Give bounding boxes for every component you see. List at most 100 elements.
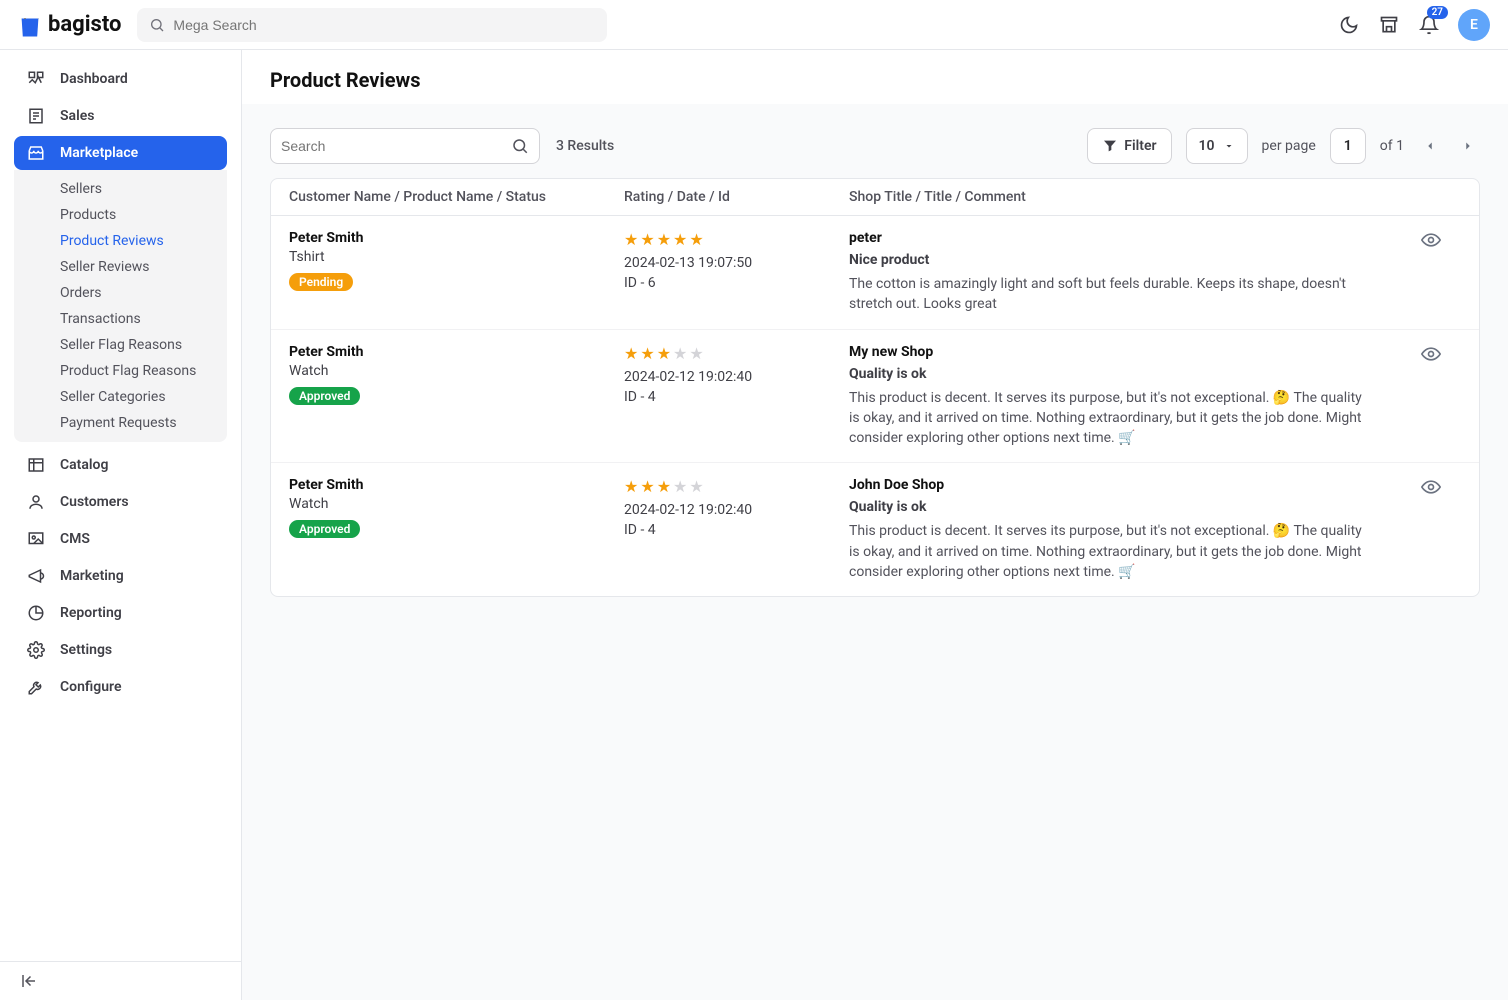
sidebar-subitem-payment-requests[interactable]: Payment Requests [14,410,227,436]
product-name: Watch [289,496,624,512]
sidebar-item-configure[interactable]: Configure [14,670,227,704]
sidebar-item-cms[interactable]: CMS [14,522,227,556]
sidebar-subitem-orders[interactable]: Orders [14,280,227,306]
sidebar-item-sales[interactable]: Sales [14,99,227,133]
sidebar-item-label: Customers [60,494,129,510]
table-search-input[interactable] [281,138,511,154]
configure-icon [26,677,46,697]
sales-icon [26,106,46,126]
table-row: Peter SmithWatchApproved★★★★★2024-02-12 … [271,463,1479,596]
filter-label: Filter [1124,138,1156,154]
review-date: 2024-02-12 19:02:40 [624,502,849,518]
reporting-icon [26,603,46,623]
bell-icon[interactable]: 27 [1418,14,1440,36]
review-id: ID - 4 [624,389,849,405]
sidebar-item-label: Sales [60,108,94,124]
column-customer[interactable]: Customer Name / Product Name / Status [289,189,624,205]
sidebar-subitem-seller-flag-reasons[interactable]: Seller Flag Reasons [14,332,227,358]
table-search[interactable] [270,128,540,164]
collapse-sidebar-button[interactable] [0,961,241,1000]
marketing-icon [26,566,46,586]
sidebar-item-reporting[interactable]: Reporting [14,596,227,630]
cms-icon [26,529,46,549]
sidebar-subitem-product-reviews[interactable]: Product Reviews [14,228,227,254]
star-icon: ★ [640,230,654,249]
page-of-label: of 1 [1380,138,1404,154]
avatar[interactable]: E [1458,9,1490,41]
sidebar-subitem-product-flag-reasons[interactable]: Product Flag Reasons [14,358,227,384]
star-icon: ★ [640,477,654,496]
view-icon[interactable] [1421,344,1461,364]
reviews-table: Customer Name / Product Name / Status Ra… [270,178,1480,597]
search-icon [149,17,165,33]
sidebar-item-settings[interactable]: Settings [14,633,227,667]
sidebar-subitem-sellers[interactable]: Sellers [14,176,227,202]
star-icon: ★ [673,344,687,363]
sidebar-item-label: Configure [60,679,121,695]
column-rating[interactable]: Rating / Date / Id [624,189,849,205]
shop-title: My new Shop [849,344,1371,360]
sidebar-item-label: Marketing [60,568,124,584]
review-date: 2024-02-13 19:07:50 [624,255,849,271]
column-shop[interactable]: Shop Title / Title / Comment [849,189,1421,205]
top-header: bagisto 27 E [0,0,1508,50]
sidebar-item-label: Dashboard [60,71,128,87]
sidebar-subitem-products[interactable]: Products [14,202,227,228]
mega-search[interactable] [137,8,607,42]
dark-mode-icon[interactable] [1338,14,1360,36]
sidebar-subitem-seller-reviews[interactable]: Seller Reviews [14,254,227,280]
star-icon: ★ [673,230,687,249]
review-comment: The cotton is amazingly light and soft b… [849,274,1371,315]
sidebar-subitem-transactions[interactable]: Transactions [14,306,227,332]
brand-logo[interactable]: bagisto [18,12,121,37]
star-icon: ★ [657,477,671,496]
view-icon[interactable] [1421,230,1461,250]
review-date: 2024-02-12 19:02:40 [624,369,849,385]
page-number-input[interactable]: 1 [1330,128,1366,164]
star-icon: ★ [673,477,687,496]
bag-icon [18,13,42,37]
table-row: Peter SmithTshirtPending★★★★★2024-02-13 … [271,216,1479,330]
sidebar-submenu: SellersProductsProduct ReviewsSeller Rev… [14,170,227,442]
marketplace-icon [26,143,46,163]
sidebar-item-label: Reporting [60,605,122,621]
results-count: 3 Results [556,138,614,154]
search-icon [511,137,529,155]
star-icon: ★ [624,344,638,363]
next-page-button[interactable] [1456,134,1480,158]
customer-name: Peter Smith [289,344,624,360]
settings-icon [26,640,46,660]
review-id: ID - 4 [624,522,849,538]
customers-icon [26,492,46,512]
sidebar-item-customers[interactable]: Customers [14,485,227,519]
header-actions: 27 E [1338,9,1490,41]
sidebar-item-dashboard[interactable]: Dashboard [14,62,227,96]
review-title: Quality is ok [849,499,1371,515]
star-icon: ★ [689,344,703,363]
star-icon: ★ [689,230,703,249]
prev-page-button[interactable] [1418,134,1442,158]
sidebar-subitem-seller-categories[interactable]: Seller Categories [14,384,227,410]
per-page-label: per page [1262,138,1316,154]
star-icon: ★ [657,344,671,363]
main-content: Product Reviews 3 Results Filter 10 [242,50,1508,1000]
review-comment: This product is decent. It serves its pu… [849,521,1371,582]
sidebar-item-catalog[interactable]: Catalog [14,448,227,482]
dashboard-icon [26,69,46,89]
sidebar-item-label: CMS [60,531,90,547]
mega-search-input[interactable] [173,17,595,33]
sidebar: DashboardSalesMarketplaceSellersProducts… [0,50,242,1000]
catalog-icon [26,455,46,475]
sidebar-item-marketing[interactable]: Marketing [14,559,227,593]
brand-name: bagisto [48,12,121,37]
per-page-value: 10 [1199,138,1215,154]
view-icon[interactable] [1421,477,1461,497]
filter-icon [1102,138,1118,154]
notification-badge: 27 [1427,6,1448,19]
chevron-down-icon [1223,140,1235,152]
per-page-select[interactable]: 10 [1186,128,1248,164]
store-icon[interactable] [1378,14,1400,36]
sidebar-item-marketplace[interactable]: Marketplace [14,136,227,170]
filter-button[interactable]: Filter [1087,128,1171,164]
avatar-initial: E [1470,17,1478,33]
